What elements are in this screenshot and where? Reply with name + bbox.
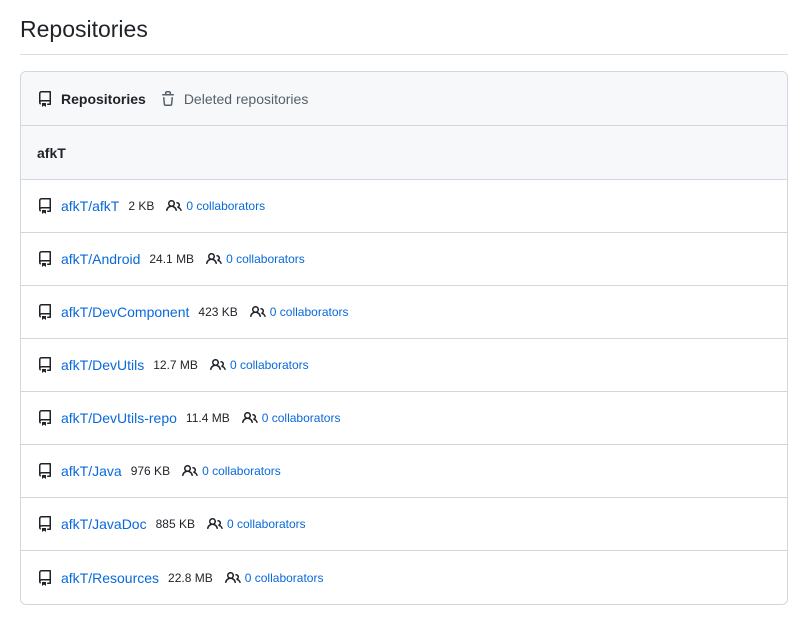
repo-row: afkT/DevUtils 12.7 MB 0 collaborators bbox=[21, 339, 787, 392]
people-icon bbox=[209, 357, 226, 373]
repositories-box: Repositories Deleted repositories afkT a… bbox=[20, 71, 788, 605]
repo-icon bbox=[37, 90, 53, 107]
collaborators-link[interactable]: 0 collaborators bbox=[182, 463, 281, 479]
repo-row: afkT/Java 976 KB 0 collaborators bbox=[21, 445, 787, 498]
repo-icon bbox=[37, 198, 53, 214]
collaborators-count: 0 collaborators bbox=[202, 464, 281, 478]
owner-header: afkT bbox=[21, 126, 787, 180]
repo-size: 976 KB bbox=[130, 464, 171, 478]
collaborators-count: 0 collaborators bbox=[226, 252, 305, 266]
repo-size: 22.8 MB bbox=[168, 570, 213, 585]
repo-size: 24.1 MB bbox=[149, 252, 195, 266]
repo-size: 885 KB bbox=[155, 517, 195, 531]
repo-link[interactable]: afkT/afkT bbox=[61, 198, 119, 214]
repo-row: afkT/Resources 22.8 MB 0 collaborators bbox=[21, 551, 787, 604]
people-icon bbox=[207, 516, 223, 532]
collaborators-link[interactable]: 0 collaborators bbox=[166, 198, 265, 214]
collaborators-link[interactable]: 0 collaborators bbox=[209, 357, 309, 373]
collaborators-count: 0 collaborators bbox=[269, 305, 349, 319]
repo-link[interactable]: afkT/Android bbox=[61, 251, 140, 267]
repo-icon bbox=[37, 304, 53, 320]
trash-icon bbox=[160, 90, 176, 107]
repo-link[interactable]: afkT/Java bbox=[61, 463, 122, 479]
collaborators-count: 0 collaborators bbox=[186, 199, 266, 213]
repo-icon bbox=[37, 357, 53, 373]
collaborators-link[interactable]: 0 collaborators bbox=[249, 304, 349, 320]
repo-icon bbox=[37, 463, 53, 479]
page-title: Repositories bbox=[20, 16, 148, 42]
repo-link[interactable]: afkT/JavaDoc bbox=[61, 516, 147, 532]
people-icon bbox=[224, 570, 241, 586]
tab-repositories[interactable]: Repositories bbox=[37, 90, 146, 107]
tab-deleted-label: Deleted repositories bbox=[183, 90, 309, 107]
people-icon bbox=[166, 198, 183, 214]
tab-bar: Repositories Deleted repositories bbox=[21, 72, 787, 126]
repo-icon bbox=[37, 569, 53, 586]
owner-name: afkT bbox=[37, 144, 66, 161]
repo-link[interactable]: afkT/Resources bbox=[61, 570, 159, 586]
repo-list: afkT/afkT 2 KB 0 collaborators afkT/Andr… bbox=[21, 180, 787, 604]
collaborators-link[interactable]: 0 collaborators bbox=[241, 410, 341, 426]
repo-size: 2 KB bbox=[128, 199, 155, 213]
repo-icon bbox=[37, 516, 53, 532]
people-icon bbox=[241, 410, 258, 426]
tab-deleted-repositories[interactable]: Deleted repositories bbox=[160, 90, 309, 107]
repo-row: afkT/DevUtils-repo 11.4 MB 0 collaborato… bbox=[21, 392, 787, 445]
repo-link[interactable]: afkT/DevUtils bbox=[61, 357, 144, 373]
collaborators-link[interactable]: 0 collaborators bbox=[207, 516, 306, 532]
collaborators-count: 0 collaborators bbox=[244, 570, 324, 585]
collaborators-count: 0 collaborators bbox=[261, 411, 341, 425]
people-icon bbox=[182, 463, 198, 479]
repo-row: afkT/JavaDoc 885 KB 0 collaborators bbox=[21, 498, 787, 551]
page: Repositories Repositories Deleted reposi… bbox=[0, 0, 812, 637]
repo-icon bbox=[37, 410, 53, 426]
title-divider bbox=[20, 54, 788, 55]
repo-row: afkT/DevComponent 423 KB 0 collaborators bbox=[21, 286, 787, 339]
repo-link[interactable]: afkT/DevUtils-repo bbox=[61, 410, 177, 426]
repo-row: afkT/afkT 2 KB 0 collaborators bbox=[21, 180, 787, 233]
repo-icon bbox=[37, 251, 53, 267]
repo-size: 423 KB bbox=[198, 305, 238, 319]
collaborators-count: 0 collaborators bbox=[229, 358, 309, 372]
repo-size: 11.4 MB bbox=[185, 411, 230, 425]
collaborators-link[interactable]: 0 collaborators bbox=[206, 251, 305, 267]
collaborators-link[interactable]: 0 collaborators bbox=[224, 570, 324, 586]
collaborators-count: 0 collaborators bbox=[226, 517, 306, 531]
tab-repositories-label: Repositories bbox=[61, 90, 146, 107]
repo-size: 12.7 MB bbox=[153, 358, 198, 372]
repo-row: afkT/Android 24.1 MB 0 collaborators bbox=[21, 233, 787, 286]
people-icon bbox=[206, 251, 222, 267]
repo-link[interactable]: afkT/DevComponent bbox=[61, 304, 189, 320]
people-icon bbox=[249, 304, 266, 320]
